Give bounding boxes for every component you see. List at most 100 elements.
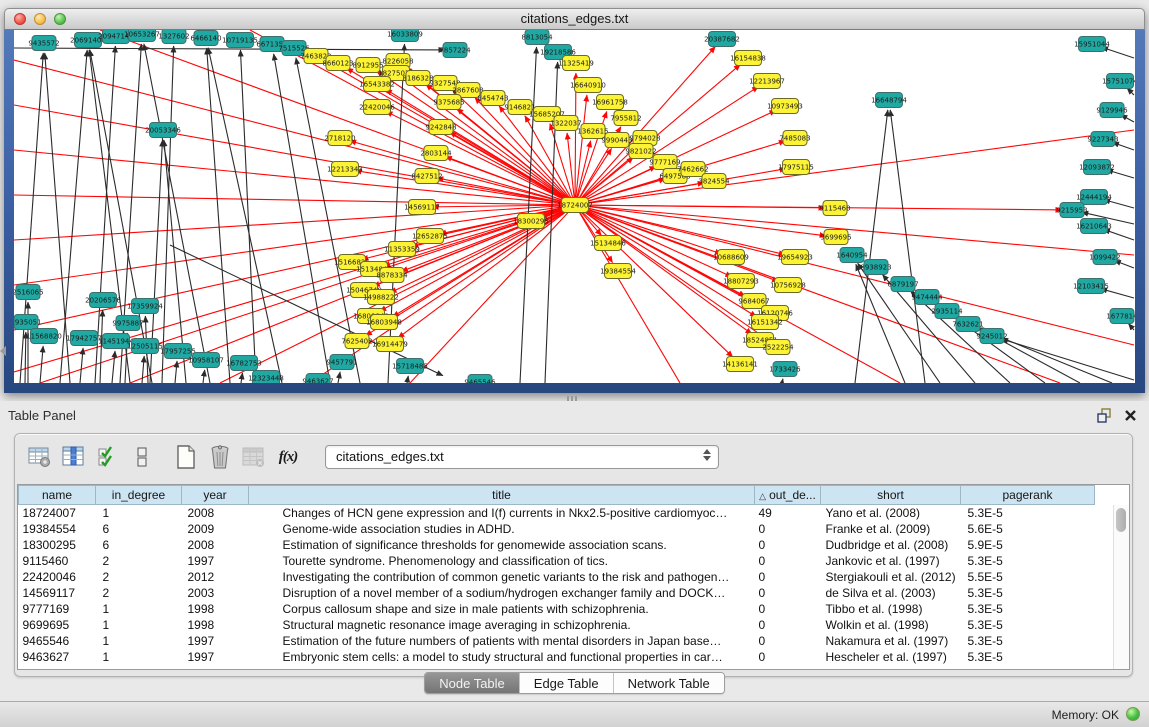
network-node[interactable]: 12323448 — [248, 371, 284, 384]
network-node[interactable]: 8878334 — [376, 268, 408, 283]
create-column-button[interactable] — [171, 442, 201, 472]
network-edge[interactable] — [274, 54, 330, 383]
network-node[interactable]: 11325419 — [558, 56, 594, 71]
network-node[interactable]: 10688609 — [713, 250, 749, 265]
network-node[interactable]: 1099422 — [1089, 250, 1120, 265]
network-edge[interactable] — [1002, 339, 1134, 380]
network-node[interactable]: 12093872 — [1079, 160, 1115, 175]
network-node[interactable]: 16648794 — [871, 93, 907, 108]
network-node[interactable]: 10973493 — [767, 99, 803, 114]
cell-name[interactable]: 9777169 — [19, 601, 96, 617]
row-options-button[interactable] — [127, 442, 157, 472]
network-node[interactable]: 10653267 — [124, 30, 160, 42]
network-node[interactable]: 7857224 — [439, 43, 471, 58]
network-edge[interactable] — [14, 48, 445, 50]
close-window-icon[interactable] — [14, 13, 26, 25]
network-node[interactable]: 9699695 — [820, 230, 851, 245]
network-edge[interactable] — [782, 379, 783, 383]
network-node[interactable]: 3824554 — [698, 174, 730, 189]
network-node[interactable]: 18724007 — [557, 198, 593, 213]
cell-title[interactable]: Disruption of a novel member of a sodium… — [249, 585, 755, 601]
function-builder-button[interactable]: f(x) — [273, 442, 303, 472]
table-row[interactable]: 1938455462009Genome-wide association stu… — [19, 521, 1095, 537]
cell-in_degree[interactable]: 2 — [96, 553, 182, 569]
table-row[interactable]: 946554611997Estimation of the future num… — [19, 633, 1095, 649]
delete-column-button[interactable] — [205, 442, 235, 472]
network-node[interactable]: 12103415 — [1073, 279, 1109, 294]
network-node[interactable]: 2803144 — [420, 146, 452, 161]
cell-short[interactable]: Jankovic et al. (1997) — [821, 553, 961, 569]
network-edge[interactable] — [575, 205, 680, 383]
toggle-column-display-button[interactable] — [59, 442, 89, 472]
network-node[interactable]: 18807293 — [723, 274, 759, 289]
network-node[interactable]: 16033809 — [387, 30, 423, 42]
network-edge[interactable] — [40, 205, 575, 383]
network-node[interactable]: 12213967 — [749, 74, 785, 89]
cell-out_de[interactable]: 0 — [755, 537, 821, 553]
network-node[interactable]: 14988222 — [363, 290, 399, 305]
network-node[interactable]: 6466140 — [190, 31, 221, 46]
cell-name[interactable]: 19384554 — [19, 521, 96, 537]
network-edge[interactable] — [575, 205, 1134, 345]
cell-pagerank[interactable]: 5.5E-5 — [961, 569, 1095, 585]
network-node[interactable]: 9435572 — [28, 36, 59, 51]
network-node[interactable]: 16543382 — [359, 77, 395, 92]
network-edge[interactable] — [855, 110, 888, 383]
network-node[interactable]: 9115460 — [819, 201, 850, 216]
network-node[interactable]: 9457791 — [326, 355, 357, 370]
network-edge[interactable] — [120, 44, 141, 383]
cell-out_de[interactable]: 49 — [755, 505, 821, 522]
table-scrollbar-thumb[interactable] — [1116, 508, 1126, 532]
network-edge[interactable] — [203, 370, 205, 383]
network-edge[interactable] — [240, 50, 256, 383]
cell-out_de[interactable]: 0 — [755, 569, 821, 585]
network-node[interactable]: 1640954 — [836, 248, 868, 263]
cell-name[interactable]: 9465546 — [19, 633, 96, 649]
network-node[interactable]: 17942757 — [66, 331, 102, 346]
column-header-year[interactable]: year — [182, 486, 249, 505]
cell-out_de[interactable]: 0 — [755, 649, 821, 665]
network-node[interactable]: 9227343 — [1087, 132, 1118, 147]
network-node[interactable]: 9465546 — [464, 375, 496, 384]
network-edge[interactable] — [1101, 47, 1134, 58]
network-node[interactable]: 9129946 — [1096, 103, 1128, 118]
column-header-title[interactable]: title — [249, 486, 755, 505]
close-panel-icon[interactable] — [1124, 409, 1137, 422]
table-row[interactable]: 2242004622012Investigating the contribut… — [19, 569, 1095, 585]
cell-title[interactable]: Investigating the contribution of common… — [249, 569, 755, 585]
network-node[interactable]: 10756928 — [770, 278, 806, 293]
network-node[interactable]: 20387682 — [704, 32, 740, 47]
cell-title[interactable]: Corpus callosum shape and size in male p… — [249, 601, 755, 617]
cell-title[interactable]: Estimation of significance thresholds fo… — [249, 537, 755, 553]
network-edge[interactable] — [241, 373, 243, 383]
cell-year[interactable]: 1998 — [182, 601, 249, 617]
cell-year[interactable]: 1998 — [182, 617, 249, 633]
network-node[interactable]: 1677814 — [1106, 309, 1135, 324]
network-node[interactable]: 12213343 — [327, 162, 363, 177]
network-node[interactable]: 14569117 — [404, 200, 440, 215]
cell-pagerank[interactable]: 5.3E-5 — [961, 649, 1095, 665]
table-row[interactable]: 1872400712008Changes of HCN gene express… — [19, 505, 1095, 522]
cell-in_degree[interactable]: 2 — [96, 585, 182, 601]
cell-pagerank[interactable]: 5.9E-5 — [961, 537, 1095, 553]
table-row[interactable]: 911546021997Tourette syndrome. Phenomeno… — [19, 553, 1095, 569]
cell-pagerank[interactable]: 5.3E-5 — [961, 585, 1095, 601]
column-header-out_de[interactable]: △out_de... — [755, 486, 821, 505]
table-selector-dropdown[interactable]: citations_edges.txt — [325, 445, 719, 469]
network-node[interactable]: 7955812 — [610, 111, 641, 126]
cell-title[interactable]: Embryonic stem cells: a model to study s… — [249, 649, 755, 665]
cell-name[interactable]: 18724007 — [19, 505, 96, 522]
cell-out_de[interactable]: 0 — [755, 633, 821, 649]
network-node[interactable]: 9990443 — [601, 133, 632, 148]
column-header-name[interactable]: name — [19, 486, 96, 505]
cell-in_degree[interactable]: 6 — [96, 537, 182, 553]
network-node[interactable]: 15751074 — [1102, 74, 1135, 89]
network-edge[interactable] — [14, 60, 575, 205]
table-scrollbar[interactable] — [1113, 505, 1129, 669]
network-node[interactable]: 11353359 — [384, 242, 420, 257]
cell-name[interactable]: 9699695 — [19, 617, 96, 633]
cell-in_degree[interactable]: 1 — [96, 633, 182, 649]
cell-pagerank[interactable]: 5.6E-5 — [961, 521, 1095, 537]
cell-year[interactable]: 2008 — [182, 505, 249, 522]
network-edge[interactable] — [338, 372, 340, 383]
